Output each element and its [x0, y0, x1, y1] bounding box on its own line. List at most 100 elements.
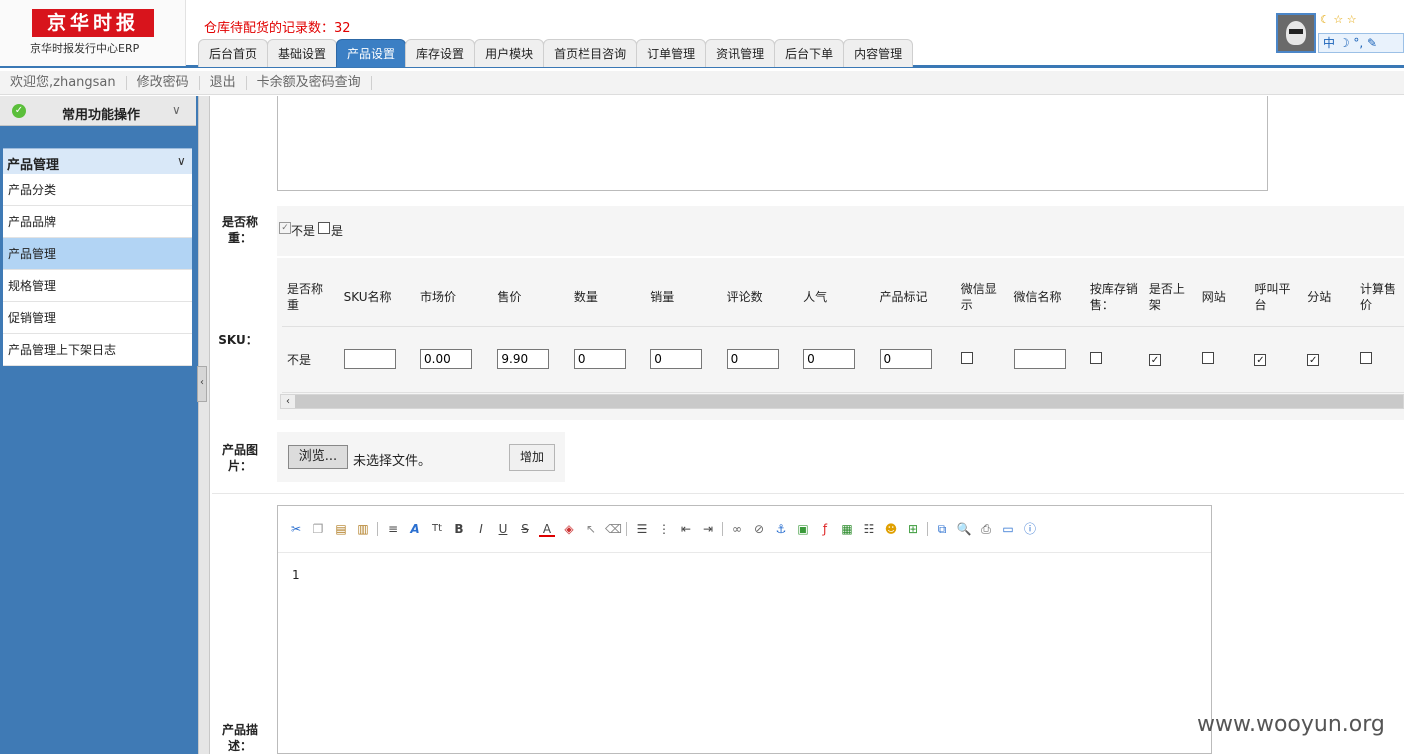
cut-icon[interactable]: ✂: [288, 521, 304, 537]
sidebar-splitter[interactable]: [198, 96, 210, 754]
rich-text-editor[interactable]: ✂ ❐ ▤ ▥ ≡ A Tt B I U S A ◈ ↖ ⌫ ☰ ⋮ ⇤ ⇥ ∞…: [277, 505, 1212, 754]
sidebar-item-0[interactable]: 产品分类: [3, 174, 192, 206]
weigh-yes-label: 是: [331, 224, 344, 238]
format-block-icon[interactable]: ≡: [385, 521, 401, 537]
wechat-display-checkbox[interactable]: [960, 351, 973, 364]
call-platform-checkbox[interactable]: ✓: [1254, 354, 1267, 366]
flash-icon[interactable]: ƒ: [817, 521, 833, 537]
price-input[interactable]: [497, 349, 550, 369]
tab-7[interactable]: 资讯管理: [705, 39, 776, 67]
pending-records-alert[interactable]: 仓库待配货的记录数：32: [204, 17, 351, 36]
sku-name-input[interactable]: [343, 349, 396, 369]
tab-8[interactable]: 后台下单: [774, 39, 845, 67]
quick-actions-title: 常用功能操作: [62, 108, 141, 123]
tab-3[interactable]: 库存设置: [405, 39, 476, 67]
sku-header-cell: 销量: [645, 268, 722, 327]
font-name-icon[interactable]: A: [407, 521, 423, 537]
sub-bar: 欢迎您,zhangsan 修改密码 退出 卡余额及密码查询: [0, 71, 1404, 95]
input-method-toolbar[interactable]: 中 ☽ °, ✎: [1318, 33, 1404, 53]
highlight-icon[interactable]: ◈: [561, 521, 577, 537]
chevron-down-icon[interactable]: ∨: [172, 103, 181, 117]
tab-9[interactable]: 内容管理: [843, 39, 914, 67]
about-icon[interactable]: ⓘ: [1022, 521, 1038, 537]
tab-2[interactable]: 产品设置: [336, 39, 407, 67]
welcome-text: 欢迎您,zhangsan: [0, 75, 127, 90]
emoticon-icon[interactable]: ☻: [883, 521, 899, 537]
comments-input[interactable]: [726, 349, 779, 369]
quantity-input[interactable]: [573, 349, 626, 369]
tab-6[interactable]: 订单管理: [636, 39, 707, 67]
media-icon[interactable]: ▦: [839, 521, 855, 537]
wechat-name-input[interactable]: [1013, 349, 1066, 369]
fullscreen-icon[interactable]: ▭: [1000, 521, 1016, 537]
paste-text-icon[interactable]: ▥: [355, 521, 371, 537]
calc-price-checkbox[interactable]: [1359, 351, 1372, 364]
underline-icon[interactable]: U: [495, 521, 511, 537]
horizontal-scrollbar[interactable]: ‹: [280, 394, 1404, 409]
pointer-icon[interactable]: ↖: [583, 521, 599, 537]
editor-toolbar: ✂ ❐ ▤ ▥ ≡ A Tt B I U S A ◈ ↖ ⌫ ☰ ⋮ ⇤ ⇥ ∞…: [278, 506, 1211, 553]
source-icon[interactable]: ⧉: [934, 521, 950, 537]
logout-link[interactable]: 退出: [200, 75, 247, 90]
sku-header-cell: 分站: [1302, 268, 1355, 327]
change-password-link[interactable]: 修改密码: [127, 75, 200, 90]
add-image-button[interactable]: 增加: [509, 444, 555, 471]
product-mark-input[interactable]: [879, 349, 932, 369]
substation-checkbox[interactable]: ✓: [1307, 354, 1320, 366]
preview-icon[interactable]: 🔍: [956, 521, 972, 537]
stock-sale-checkbox[interactable]: [1089, 351, 1102, 364]
font-color-icon[interactable]: A: [539, 521, 555, 537]
insert-file-icon[interactable]: ⊞: [905, 521, 921, 537]
tab-4[interactable]: 用户模块: [474, 39, 545, 67]
website-checkbox[interactable]: [1201, 351, 1214, 364]
product-management-section[interactable]: 产品管理 ∨: [3, 148, 192, 174]
weigh-no-checkbox[interactable]: ✓: [279, 222, 291, 234]
scroll-left-icon[interactable]: ‹: [281, 395, 295, 408]
ordered-list-icon[interactable]: ⋮: [656, 521, 672, 537]
tab-0[interactable]: 后台首页: [198, 39, 269, 67]
table-icon[interactable]: ☷: [861, 521, 877, 537]
chevron-down-icon[interactable]: ∨: [177, 154, 186, 168]
on-shelf-checkbox[interactable]: ✓: [1148, 354, 1161, 366]
indent-icon[interactable]: ⇥: [700, 521, 716, 537]
sku-header-cell: 呼叫平台: [1249, 268, 1303, 327]
editor-content[interactable]: 1: [292, 568, 300, 582]
toolbar-separator: [722, 522, 723, 536]
paste-icon[interactable]: ▤: [333, 521, 349, 537]
sidebar-item-2[interactable]: 产品管理: [3, 238, 192, 270]
card-query-link[interactable]: 卡余额及密码查询: [247, 75, 372, 90]
tab-1[interactable]: 基础设置: [267, 39, 338, 67]
collapse-sidebar-button[interactable]: ‹: [197, 366, 207, 402]
anchor-icon[interactable]: ⚓: [773, 521, 789, 537]
sales-input[interactable]: [650, 349, 703, 369]
popularity-input[interactable]: [803, 349, 856, 369]
strikethrough-icon[interactable]: S: [517, 521, 533, 537]
quick-actions-header[interactable]: ✓ 常用功能操作 ∨: [0, 96, 196, 126]
align-icon[interactable]: ☰: [634, 521, 650, 537]
sidebar-item-1[interactable]: 产品品牌: [3, 206, 192, 238]
user-box: ☾ ☆ ☆ 中 ☽ °, ✎: [1276, 13, 1404, 55]
avatar[interactable]: [1276, 13, 1316, 53]
watermark: www.wooyun.org: [1197, 712, 1385, 737]
weigh-yes-checkbox[interactable]: [318, 222, 330, 234]
theme-icons[interactable]: ☾ ☆ ☆: [1320, 13, 1357, 26]
italic-icon[interactable]: I: [473, 521, 489, 537]
previous-textarea[interactable]: [277, 96, 1268, 191]
sidebar-item-5[interactable]: 产品管理上下架日志: [3, 334, 192, 366]
outdent-icon[interactable]: ⇤: [678, 521, 694, 537]
sidebar-item-4[interactable]: 促销管理: [3, 302, 192, 334]
tab-5[interactable]: 首页栏目咨询: [543, 39, 638, 67]
font-size-icon[interactable]: Tt: [429, 521, 445, 537]
image-icon[interactable]: ▣: [795, 521, 811, 537]
eraser-icon[interactable]: ⌫: [605, 521, 622, 537]
unlink-icon[interactable]: ⊘: [751, 521, 767, 537]
browse-button[interactable]: 浏览...: [288, 445, 348, 469]
sidebar-item-3[interactable]: 规格管理: [3, 270, 192, 302]
market-price-input[interactable]: [420, 349, 473, 369]
main-nav-tabs: 后台首页 基础设置 产品设置 库存设置 用户模块 首页栏目咨询 订单管理 资讯管理 后台下单 内容…: [198, 39, 914, 67]
link-icon[interactable]: ∞: [729, 521, 745, 537]
print-icon[interactable]: ⎙: [978, 521, 994, 537]
sku-label: SKU：: [218, 333, 258, 347]
copy-icon[interactable]: ❐: [310, 521, 326, 537]
bold-icon[interactable]: B: [451, 521, 467, 537]
